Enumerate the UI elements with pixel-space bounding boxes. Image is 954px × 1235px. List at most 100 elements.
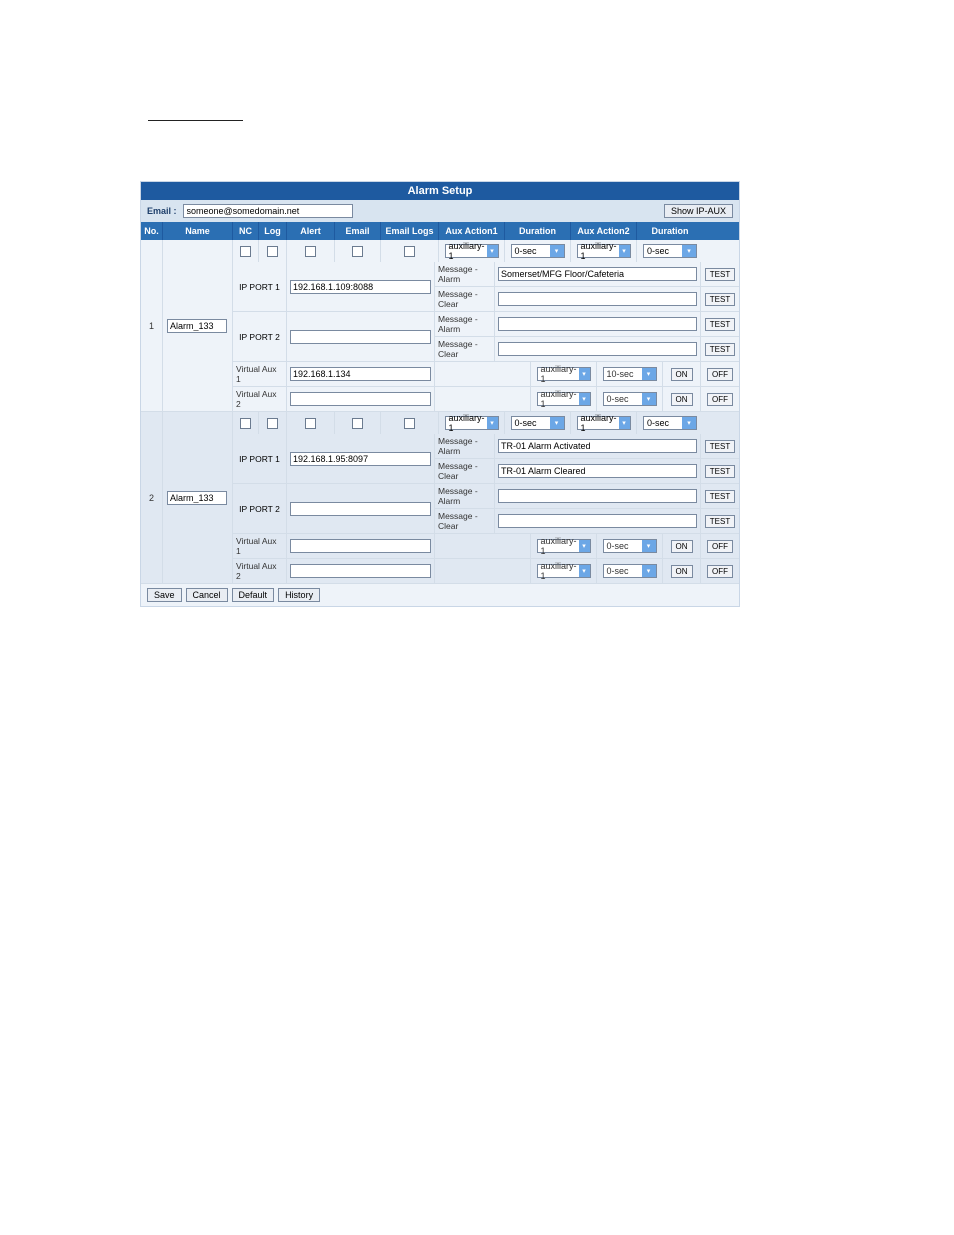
- footer-buttons: Save Cancel Default History: [141, 584, 739, 606]
- vaux1-dur-select[interactable]: 10-sec ▾: [603, 367, 657, 381]
- alarm-name-cell: [163, 240, 233, 411]
- msg-alarm-input[interactable]: [498, 439, 697, 453]
- alarm-name-cell: [163, 412, 233, 583]
- aux1-select[interactable]: auxiliary-1▾: [445, 244, 499, 258]
- aux2-select[interactable]: auxiliary-1▾: [577, 416, 631, 430]
- vaux2-dur-select[interactable]: 0-sec▾: [603, 392, 657, 406]
- alarm-name-input[interactable]: [167, 319, 227, 333]
- vaux1-input[interactable]: [290, 367, 431, 381]
- vaux2-dur-select[interactable]: 0-sec▾: [603, 564, 657, 578]
- email-checkbox[interactable]: [352, 246, 363, 257]
- ipport2-input[interactable]: [290, 330, 431, 344]
- vaux2-aux-select[interactable]: auxiliary-1▾: [537, 564, 591, 578]
- vaux1-dur-value: 10-sec: [607, 369, 634, 379]
- test-button[interactable]: TEST: [705, 293, 735, 306]
- vaux2-aux-value: auxiliary-1: [541, 389, 577, 409]
- log-checkbox[interactable]: [267, 418, 278, 429]
- off-button[interactable]: OFF: [707, 540, 733, 553]
- default-button[interactable]: Default: [232, 588, 275, 602]
- chevron-down-icon: ▾: [579, 565, 590, 577]
- hdr-aux1: Aux Action1: [439, 222, 505, 240]
- chevron-down-icon: ▾: [642, 368, 656, 380]
- save-button[interactable]: Save: [147, 588, 182, 602]
- msg-clear-input[interactable]: [498, 514, 697, 528]
- on-button[interactable]: ON: [671, 368, 693, 381]
- off-button[interactable]: OFF: [707, 565, 733, 578]
- nc-checkbox[interactable]: [240, 418, 251, 429]
- vaux1-dur-value: 0-sec: [607, 541, 629, 551]
- alert-checkbox[interactable]: [305, 246, 316, 257]
- chevron-down-icon: ▾: [682, 245, 696, 257]
- msg-clear-input[interactable]: [498, 342, 697, 356]
- msg-alarm-input[interactable]: [498, 317, 697, 331]
- hdr-dur2: Duration: [637, 222, 703, 240]
- vaux2-input[interactable]: [290, 392, 431, 406]
- msg-alarm-input[interactable]: [498, 267, 697, 281]
- aux2-value: auxiliary-1: [581, 413, 617, 433]
- dur1-select[interactable]: 0-sec▾: [511, 244, 565, 258]
- test-button[interactable]: TEST: [705, 318, 735, 331]
- hdr-elogs: Email Logs: [381, 222, 439, 240]
- panel-title: Alarm Setup: [141, 182, 739, 200]
- test-button[interactable]: TEST: [705, 440, 735, 453]
- vaux1-aux-select[interactable]: auxiliary-1▾: [537, 367, 591, 381]
- log-checkbox[interactable]: [267, 246, 278, 257]
- test-button[interactable]: TEST: [705, 465, 735, 478]
- chevron-down-icon: ▾: [487, 245, 498, 257]
- test-button[interactable]: TEST: [705, 515, 735, 528]
- chevron-down-icon: ▾: [619, 245, 630, 257]
- vaux2-row: Virtual Aux 2 auxiliary-1▾ 0-sec▾ ON OFF: [233, 559, 739, 583]
- dur1-select[interactable]: 0-sec▾: [511, 416, 565, 430]
- on-button[interactable]: ON: [671, 540, 693, 553]
- emaillogs-checkbox[interactable]: [404, 418, 415, 429]
- off-button[interactable]: OFF: [707, 393, 733, 406]
- test-button[interactable]: TEST: [705, 268, 735, 281]
- ipport2-group: IP PORT 2 Message - Alarm TEST Message -…: [233, 312, 739, 362]
- history-button[interactable]: History: [278, 588, 320, 602]
- hdr-aux2: Aux Action2: [571, 222, 637, 240]
- chevron-down-icon: ▾: [642, 565, 656, 577]
- hdr-alert: Alert: [287, 222, 335, 240]
- vaux1-dur-select[interactable]: 0-sec ▾: [603, 539, 657, 553]
- show-ipaux-button[interactable]: Show IP-AUX: [664, 204, 733, 218]
- alert-checkbox[interactable]: [305, 418, 316, 429]
- dur2-select[interactable]: 0-sec▾: [643, 244, 697, 258]
- on-button[interactable]: ON: [671, 393, 693, 406]
- chevron-down-icon: ▾: [550, 245, 564, 257]
- nc-checkbox[interactable]: [240, 246, 251, 257]
- alarm-name-input[interactable]: [167, 491, 227, 505]
- alarm-top-row: auxiliary-1▾ 0-sec▾ auxiliary-1▾ 0-sec▾: [233, 240, 739, 262]
- vaux2-input[interactable]: [290, 564, 431, 578]
- msg-alarm-label: Message - Alarm: [435, 434, 495, 458]
- dur2-select[interactable]: 0-sec▾: [643, 416, 697, 430]
- chevron-down-icon: ▾: [682, 417, 696, 429]
- msg-alarm-label: Message - Alarm: [435, 262, 495, 286]
- cancel-button[interactable]: Cancel: [186, 588, 228, 602]
- msg-alarm-input[interactable]: [498, 489, 697, 503]
- vaux1-label: Virtual Aux 1: [233, 534, 287, 558]
- test-button[interactable]: TEST: [705, 343, 735, 356]
- vaux1-input[interactable]: [290, 539, 431, 553]
- emaillogs-checkbox[interactable]: [404, 246, 415, 257]
- vaux1-aux-value: auxiliary-1: [541, 536, 577, 556]
- msg-clear-label: Message - Clear: [435, 459, 495, 483]
- decorative-underline: [148, 120, 243, 121]
- msg-clear-input[interactable]: [498, 464, 697, 478]
- on-button[interactable]: ON: [671, 565, 693, 578]
- email-input[interactable]: [183, 204, 353, 218]
- ipport2-input[interactable]: [290, 502, 431, 516]
- off-button[interactable]: OFF: [707, 368, 733, 381]
- ipport1-input[interactable]: [290, 280, 431, 294]
- vaux2-aux-select[interactable]: auxiliary-1▾: [537, 392, 591, 406]
- aux1-select[interactable]: auxiliary-1▾: [445, 416, 499, 430]
- vaux1-aux-select[interactable]: auxiliary-1▾: [537, 539, 591, 553]
- email-checkbox[interactable]: [352, 418, 363, 429]
- test-button[interactable]: TEST: [705, 490, 735, 503]
- chevron-down-icon: ▾: [619, 417, 630, 429]
- chevron-down-icon: ▾: [642, 540, 656, 552]
- msg-clear-input[interactable]: [498, 292, 697, 306]
- chevron-down-icon: ▾: [642, 393, 656, 405]
- msg-alarm-label: Message - Alarm: [435, 312, 495, 336]
- ipport1-input[interactable]: [290, 452, 431, 466]
- aux2-select[interactable]: auxiliary-1▾: [577, 244, 631, 258]
